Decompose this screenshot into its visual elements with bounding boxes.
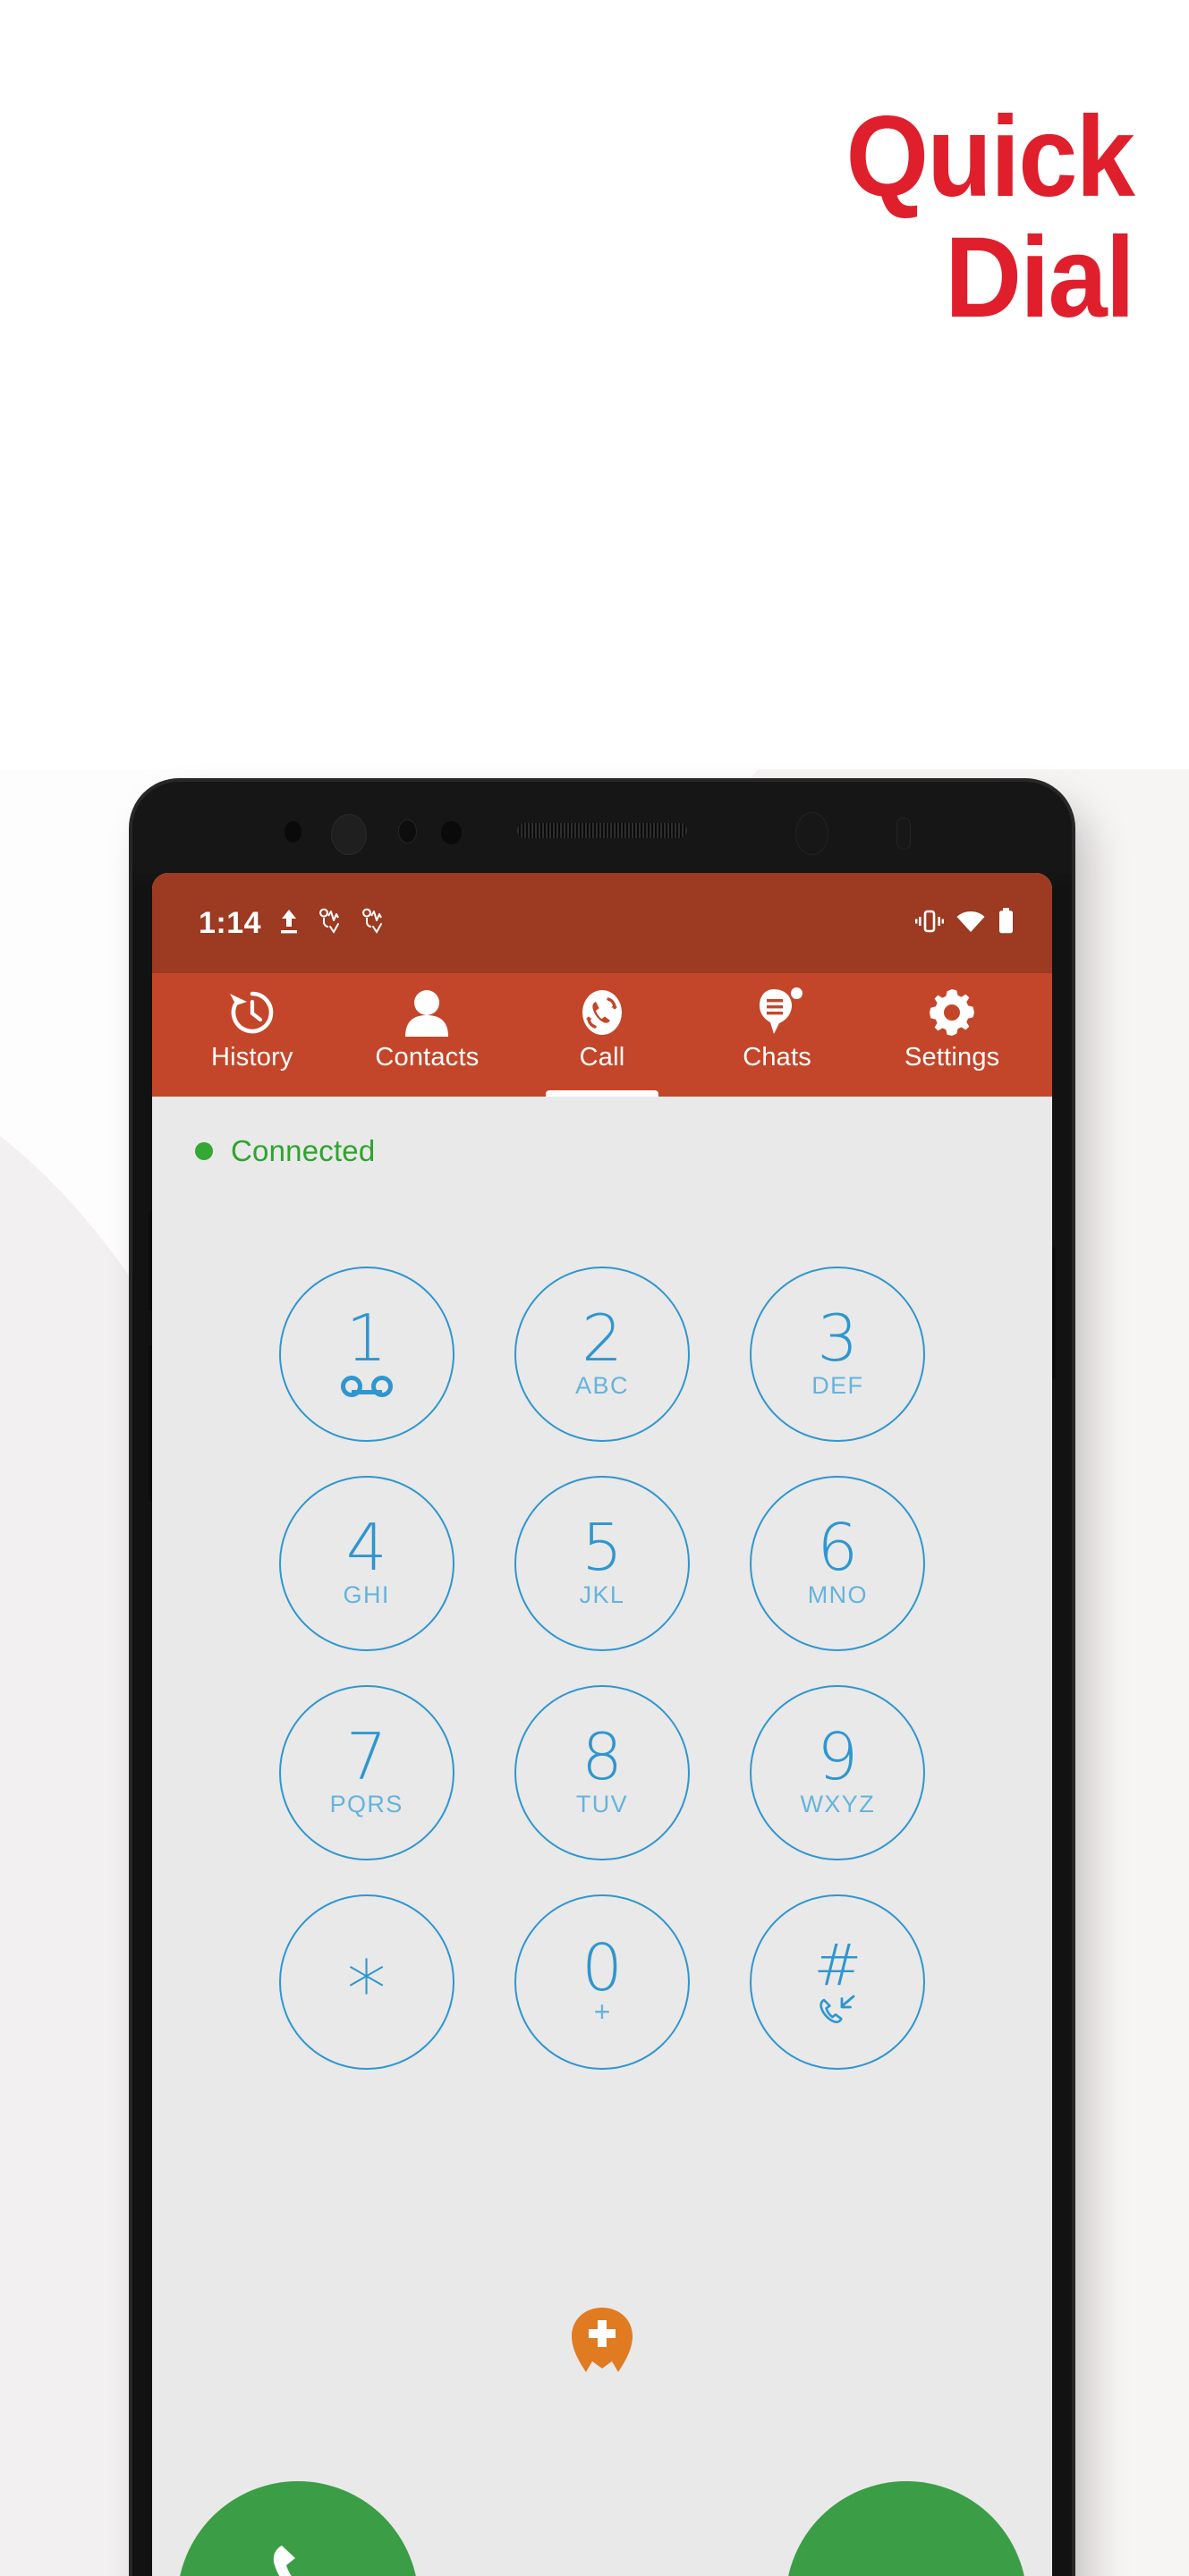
dialpad-key-hash[interactable]: # xyxy=(750,1894,926,2070)
tab-label-contacts: Contacts xyxy=(375,1043,480,1072)
incoming-call-icon xyxy=(818,1995,857,2023)
monitor-heartbeat-icon xyxy=(317,908,344,939)
android-status-bar: 1:14 xyxy=(152,873,1052,973)
dialpad-key-5[interactable]: 5 JKL xyxy=(514,1476,690,1651)
ir-sensor-icon xyxy=(441,821,462,844)
tab-history[interactable]: History xyxy=(165,977,340,1097)
key-digit: 1 xyxy=(345,1301,387,1376)
tab-label-settings: Settings xyxy=(904,1043,1000,1072)
dialpad-key-2[interactable]: 2 ABC xyxy=(514,1267,690,1442)
dialpad-key-6[interactable]: 6 MNO xyxy=(750,1476,926,1651)
phone-mockup: 1:14 History Contacts Call Chats Setting… xyxy=(106,782,1103,2576)
vibrate-icon xyxy=(915,908,944,939)
earpiece-speaker-icon xyxy=(517,823,687,838)
tab-call[interactable]: Call xyxy=(514,977,690,1097)
proximity-sensor-icon xyxy=(285,821,301,843)
key-digit: 0 xyxy=(582,1930,623,2005)
dialer-screen: Connected 1 2 ABC 3 DEF 4 GHI 5 JKL 6 MN… xyxy=(152,1097,1052,2576)
key-digit: 2 xyxy=(582,1301,623,1376)
key-letters: + xyxy=(593,1996,611,2028)
light-sensor-icon xyxy=(398,819,417,843)
key-letters: PQRS xyxy=(329,1791,403,1818)
person-icon xyxy=(403,987,450,1038)
connection-status: Connected xyxy=(152,1097,1052,1168)
front-camera-icon xyxy=(331,814,367,855)
tab-chats[interactable]: Chats xyxy=(690,977,865,1097)
dialpad-key-4[interactable]: 4 GHI xyxy=(278,1476,454,1651)
dialpad-key-3[interactable]: 3 DEF xyxy=(750,1267,926,1442)
upload-arrow-icon xyxy=(277,908,301,939)
tab-contacts[interactable]: Contacts xyxy=(340,977,515,1097)
key-letters: WXYZ xyxy=(800,1791,876,1818)
gear-icon xyxy=(928,987,976,1038)
dialpad-key-7[interactable]: 7 PQRS xyxy=(278,1685,454,1860)
key-letters: JKL xyxy=(579,1581,625,1608)
key-digit: 9 xyxy=(817,1719,859,1794)
tab-label-call: Call xyxy=(579,1043,625,1072)
battery-icon xyxy=(998,907,1015,939)
key-digit: 7 xyxy=(345,1719,387,1794)
phone-call-icon xyxy=(260,2533,335,2576)
monitor-heartbeat-icon xyxy=(360,908,386,939)
phone-frame: 1:14 History Contacts Call Chats Setting… xyxy=(132,782,1072,2576)
phone-call-icon xyxy=(869,2533,944,2576)
chat-bubble-icon xyxy=(754,987,803,1038)
chats-unread-badge xyxy=(790,987,803,999)
key-letters: TUV xyxy=(575,1791,629,1818)
main-tab-bar[interactable]: History Contacts Call Chats Settings xyxy=(152,973,1052,1097)
page-title-line-2: Dial xyxy=(945,214,1135,342)
key-digit: # xyxy=(813,1933,862,1999)
phone-top-bezel xyxy=(132,782,1072,873)
voicemail-icon xyxy=(340,1373,393,1400)
key-digit: ∗ xyxy=(342,1928,392,2020)
dialpad-key-star[interactable]: ∗ xyxy=(278,1894,454,2070)
key-letters: DEF xyxy=(811,1372,864,1399)
key-letters: MNO xyxy=(807,1581,868,1608)
dialpad[interactable]: 1 2 ABC 3 DEF 4 GHI 5 JKL 6 MNO 7 PQRS 8… xyxy=(249,1267,955,2070)
dialpad-key-1[interactable]: 1 xyxy=(278,1267,454,1442)
tab-label-history: History xyxy=(210,1043,293,1072)
key-letters: GHI xyxy=(343,1581,390,1608)
key-digit: 8 xyxy=(582,1719,623,1794)
call-button-primary[interactable] xyxy=(177,2481,419,2576)
microphone-icon xyxy=(896,818,911,850)
history-clock-icon xyxy=(227,987,277,1038)
page-title: Quick Dial xyxy=(400,93,1135,342)
phone-screen: 1:14 History Contacts Call Chats Setting… xyxy=(152,873,1052,2576)
status-bar-right-group xyxy=(915,907,1015,939)
key-digit: 6 xyxy=(817,1510,859,1585)
page-title-line-1: Quick xyxy=(845,93,1135,221)
status-bar-left-group: 1:14 xyxy=(199,906,386,941)
call-button-secondary[interactable] xyxy=(786,2481,1027,2576)
status-bar-clock: 1:14 xyxy=(199,905,262,940)
tab-label-chats: Chats xyxy=(743,1043,811,1072)
tab-settings[interactable]: Settings xyxy=(864,977,1040,1097)
dialpad-key-8[interactable]: 8 TUV xyxy=(514,1685,690,1860)
phone-refresh-icon xyxy=(577,987,627,1038)
connection-status-label: Connected xyxy=(231,1134,376,1167)
wifi-icon xyxy=(956,909,985,938)
active-tab-indicator xyxy=(546,1090,658,1097)
dialpad-key-0[interactable]: 0 + xyxy=(514,1894,690,2070)
key-digit: 3 xyxy=(817,1301,859,1376)
status-dot-icon xyxy=(195,1142,213,1160)
key-digit: 5 xyxy=(582,1510,623,1585)
key-digit: 4 xyxy=(345,1510,387,1585)
dialpad-key-9[interactable]: 9 WXYZ xyxy=(750,1685,926,1860)
secondary-camera-icon xyxy=(795,812,828,855)
key-letters: ABC xyxy=(575,1372,629,1399)
add-plus-badge-icon[interactable] xyxy=(568,2306,636,2376)
